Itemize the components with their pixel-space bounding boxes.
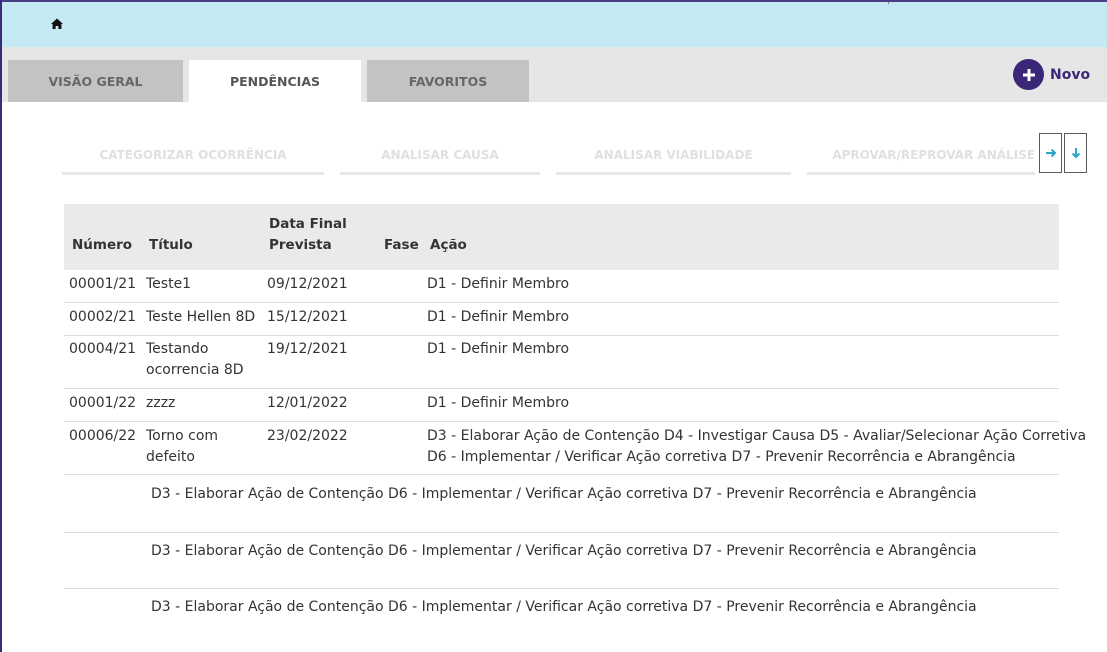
expand-down-button[interactable]: [1064, 133, 1087, 173]
cell-titulo: Torno com: [146, 428, 219, 444]
step-analisar-viabilidade[interactable]: ANALISAR VIABILIDADE: [556, 138, 791, 175]
table-row[interactable]: 00002/21 Teste Hellen 8D 15/12/2021 D1 -…: [64, 303, 1059, 336]
tab-label: VISÃO GERAL: [48, 73, 143, 89]
step-analisar-causa[interactable]: ANALISAR CAUSA: [340, 138, 540, 175]
table-row[interactable]: 00001/21 Teste1 09/12/2021 D1 - Definir …: [64, 270, 1059, 303]
table-subrow[interactable]: D3 - Elaborar Ação de Contenção D6 - Imp…: [64, 589, 1059, 629]
cell-numero: 00004/21: [69, 341, 137, 357]
cell-titulo-line2: defeito: [146, 449, 195, 465]
cell-titulo: zzzz: [146, 395, 176, 411]
cell-acao: D1 - Definir Membro: [427, 309, 570, 325]
column-header-titulo[interactable]: Título: [149, 237, 193, 253]
tab-pendencias[interactable]: PENDÊNCIAS: [189, 60, 361, 102]
tab-bar: VISÃO GERAL PENDÊNCIAS FAVORITOS Novo: [2, 47, 1107, 102]
step-label: ANALISAR VIABILIDADE: [594, 148, 753, 162]
step-label: APROVAR/REPROVAR ANÁLISE: [832, 148, 1035, 162]
cell-data: 15/12/2021: [267, 309, 348, 325]
cell-numero: 00002/21: [69, 309, 137, 325]
tab-favoritos[interactable]: FAVORITOS: [367, 60, 529, 102]
cell-titulo: Teste1: [146, 276, 192, 292]
tab-label: PENDÊNCIAS: [229, 73, 321, 89]
step-categorizar-ocorrencia[interactable]: CATEGORIZAR OCORRÊNCIA: [62, 138, 324, 175]
table-subrow[interactable]: D3 - Elaborar Ação de Contenção D6 - Imp…: [64, 475, 1059, 533]
tab-visao-geral[interactable]: VISÃO GERAL: [8, 60, 183, 102]
cell-acao-line2: D6 - Implementar / Verificar Ação corret…: [427, 449, 1016, 465]
cell-acao: D3 - Elaborar Ação de Contenção D6 - Imp…: [151, 486, 977, 502]
cell-data: 12/01/2022: [267, 395, 348, 411]
table-row[interactable]: 00004/21 Testando ocorrencia 8D 19/12/20…: [64, 336, 1059, 389]
column-header-data-line1[interactable]: Data Final: [269, 216, 347, 232]
arrow-right-icon: [1045, 148, 1056, 158]
top-bar: [2, 0, 1107, 47]
column-header-acao[interactable]: Ação: [430, 237, 467, 253]
cell-numero: 00001/22: [69, 395, 137, 411]
cell-data: 23/02/2022: [267, 428, 348, 444]
cell-acao: D1 - Definir Membro: [427, 341, 570, 357]
cell-titulo-line2: ocorrencia 8D: [146, 362, 244, 378]
cell-data: 19/12/2021: [267, 341, 348, 357]
cell-titulo: Teste Hellen 8D: [146, 309, 256, 325]
table-subrow[interactable]: D3 - Elaborar Ação de Contenção D6 - Imp…: [64, 533, 1059, 589]
cell-data: 09/12/2021: [267, 276, 348, 292]
new-button-label: Novo: [1050, 66, 1091, 83]
divider: [888, 2, 889, 4]
step-label: ANALISAR CAUSA: [381, 148, 499, 162]
cell-numero: 00001/21: [69, 276, 137, 292]
arrow-down-icon: [1071, 148, 1080, 159]
new-button[interactable]: Novo: [1013, 59, 1090, 90]
cell-titulo: Testando: [146, 341, 209, 357]
cell-acao: D1 - Definir Membro: [427, 395, 570, 411]
cell-acao: D3 - Elaborar Ação de Contenção D4 - Inv…: [427, 428, 1087, 444]
step-label: CATEGORIZAR OCORRÊNCIA: [99, 148, 287, 162]
plus-icon: [1013, 59, 1044, 90]
tab-label: FAVORITOS: [408, 73, 488, 89]
cell-acao: D3 - Elaborar Ação de Contenção D6 - Imp…: [151, 599, 977, 615]
table-row[interactable]: 00001/22 zzzz 12/01/2022 D1 - Definir Me…: [64, 389, 1059, 422]
column-header-data-line2[interactable]: Prevista: [269, 237, 332, 253]
table-row[interactable]: 00006/22 Torno com defeito 23/02/2022 D3…: [64, 422, 1086, 475]
table-header: Número Título Data Final Prevista Fase A…: [64, 204, 1059, 270]
column-header-numero[interactable]: Número: [72, 237, 132, 253]
cell-acao: D3 - Elaborar Ação de Contenção D6 - Imp…: [151, 543, 977, 559]
cell-numero: 00006/22: [69, 428, 137, 444]
column-header-fase[interactable]: Fase: [384, 237, 419, 253]
home-icon[interactable]: [50, 17, 64, 31]
step-aprovar-reprovar-analise[interactable]: APROVAR/REPROVAR ANÁLISE: [807, 138, 1035, 175]
next-step-button[interactable]: [1039, 133, 1062, 173]
cell-acao: D1 - Definir Membro: [427, 276, 570, 292]
